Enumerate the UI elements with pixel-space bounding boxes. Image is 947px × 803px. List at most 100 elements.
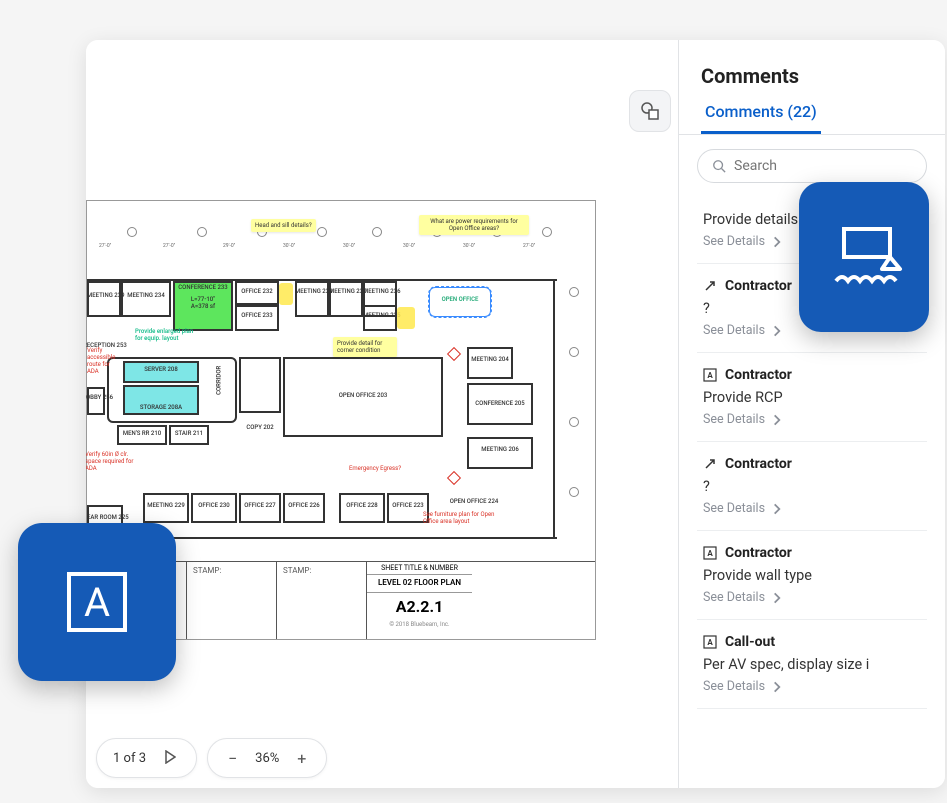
callout-head-sill[interactable]: Head and sill details? (251, 219, 316, 232)
search-icon (712, 159, 726, 173)
stamp-cell: STAMP: (187, 562, 277, 639)
callout-furniture[interactable]: See furniture plan for Open Office area … (423, 511, 503, 525)
callout-ada[interactable]: Verify accessible route for ADA (87, 347, 123, 375)
room-office-232: OFFICE 232 (235, 289, 279, 296)
room-copy: COPY 202 (239, 425, 281, 432)
room-server: SERVER 208 (123, 367, 199, 374)
room: MEETING 238 (295, 289, 329, 296)
comment-text: ? (703, 478, 921, 495)
zoom-out-button[interactable]: − (224, 749, 241, 768)
sheet-header: SHEET TITLE & NUMBER (367, 562, 472, 575)
tab-label: Comments (22) (701, 102, 821, 134)
chevron-right-icon (770, 413, 784, 427)
room-storage: STORAGE 208A (123, 405, 199, 412)
room-mensrr: MEN'S RR 210 (117, 431, 167, 438)
room: MEETING 229 (143, 503, 189, 510)
room: OFFICE 223 (387, 503, 429, 510)
see-details-link[interactable]: See Details (703, 412, 921, 427)
badge-stamp-icon (799, 182, 929, 332)
comment-author: Contractor (725, 456, 792, 472)
room: OPEN OFFICE 224 (439, 499, 509, 506)
floor-plan: 27'-0"27'-0" 29'-0"30'-0" 30'-0"30'-0" 3… (87, 227, 585, 547)
box-a-icon: A (703, 546, 717, 560)
room-meeting-239: MEETING 239 (87, 293, 121, 300)
stamp-cell: STAMP: (277, 562, 367, 639)
comment-item[interactable]: AContractor Provide wall type See Detail… (697, 531, 927, 620)
room-meeting-234: MEETING 234 (121, 293, 171, 300)
badge-text-box-icon: A (18, 523, 176, 681)
room-stair: STAIR 211 (169, 431, 209, 438)
svg-text:A: A (707, 549, 713, 558)
next-page-button[interactable] (160, 749, 180, 768)
zoom-control: − 36% + (207, 738, 327, 778)
drawing-viewer: 27'-0"27'-0" 29'-0"30'-0" 30'-0"30'-0" 3… (86, 40, 678, 788)
sheet-title: LEVEL 02 FLOOR PLAN (367, 575, 472, 593)
search-input[interactable] (734, 158, 912, 174)
box-a-icon: A (703, 368, 717, 382)
callout-clr[interactable]: Verify 60in Ø clr. space required for AD… (86, 451, 137, 472)
stamp-icon (822, 215, 906, 299)
page-indicator: 1 of 3 (113, 751, 146, 766)
markup-highlight[interactable] (279, 283, 293, 305)
room: MEETING 206 (467, 447, 533, 454)
chevron-right-icon (770, 680, 784, 694)
svg-text:A: A (84, 579, 110, 626)
arrow-icon (703, 457, 717, 471)
comments-tab[interactable]: Comments (22) (679, 102, 945, 134)
callout-corner[interactable]: Provide detail for corner condition (333, 337, 397, 357)
room: OFFICE 227 (239, 503, 281, 510)
callout-enlarged[interactable]: Provide enlarged plan for equip. layout (135, 329, 199, 342)
callout-power[interactable]: What are power requirements for Open Off… (419, 215, 529, 235)
room-office-233: OFFICE 233 (235, 313, 279, 320)
chevron-right-icon (770, 502, 784, 516)
room-conf-205: CONFERENCE 205 (467, 401, 533, 408)
sheet-number: A2.2.1 (367, 593, 472, 620)
markup-highlight[interactable] (397, 307, 415, 329)
zoom-indicator: 36% (255, 751, 279, 766)
room-open-office-203: OPEN OFFICE 203 (283, 393, 443, 400)
chevron-right-icon (770, 324, 784, 338)
see-details-link[interactable]: See Details (703, 679, 921, 694)
zoom-in-button[interactable]: + (293, 749, 310, 768)
room: MEETING 204 (467, 357, 513, 364)
room: MEETING 237 (329, 289, 363, 296)
room: OFFICE 230 (191, 503, 237, 510)
see-details-link[interactable]: See Details (703, 501, 921, 516)
chevron-right-icon (770, 235, 784, 249)
comment-item[interactable]: ACall-out Per AV spec, display size i Se… (697, 620, 927, 709)
comment-text: Provide wall type (703, 567, 921, 584)
comment-author: Contractor (725, 367, 792, 383)
see-details-link[interactable]: See Details (703, 590, 921, 605)
panel-title: Comments (679, 40, 945, 102)
room: MEETING 235 (363, 313, 397, 320)
room-conference-233: CONFERENCE 233 (173, 285, 233, 292)
comment-author: Contractor (725, 278, 792, 294)
comment-text: Provide RCP (703, 389, 921, 406)
conf-dims: L=77-10" A=378 sf (173, 297, 233, 310)
shapes-tool-button[interactable] (629, 90, 671, 132)
text-box-a-icon: A (61, 566, 133, 638)
viewer-toolbar: 1 of 3 − 36% + (96, 738, 327, 778)
comment-item[interactable]: Contractor ? See Details (697, 442, 927, 531)
svg-text:A: A (707, 638, 713, 647)
room-open-office: OPEN OFFICE (429, 297, 491, 304)
page-nav: 1 of 3 (96, 738, 197, 778)
comment-author: Call-out (725, 634, 775, 650)
room: OFFICE 228 (339, 503, 385, 510)
callout-egress[interactable]: Emergency Egress? (349, 465, 401, 472)
comment-item[interactable]: A Contractor Provide RCP See Details (697, 353, 927, 442)
arrow-icon (703, 279, 717, 293)
search-input-wrap[interactable] (697, 149, 927, 183)
room-corridor: CORRIDOR (216, 366, 223, 395)
room: MEETING 236 (363, 289, 397, 296)
room: EAR ROOM 225 (87, 515, 123, 522)
comments-panel: Comments Comments (22) Provide details S… (678, 40, 945, 788)
copyright: © 2018 Bluebeam, Inc. (367, 620, 472, 629)
chevron-right-icon (770, 591, 784, 605)
room: OFFICE 226 (283, 503, 325, 510)
shapes-icon (640, 101, 660, 121)
room: LOBBY 256 (86, 395, 109, 402)
svg-text:A: A (707, 371, 713, 380)
box-a-icon: A (703, 635, 717, 649)
app-window: 27'-0"27'-0" 29'-0"30'-0" 30'-0"30'-0" 3… (86, 40, 945, 788)
